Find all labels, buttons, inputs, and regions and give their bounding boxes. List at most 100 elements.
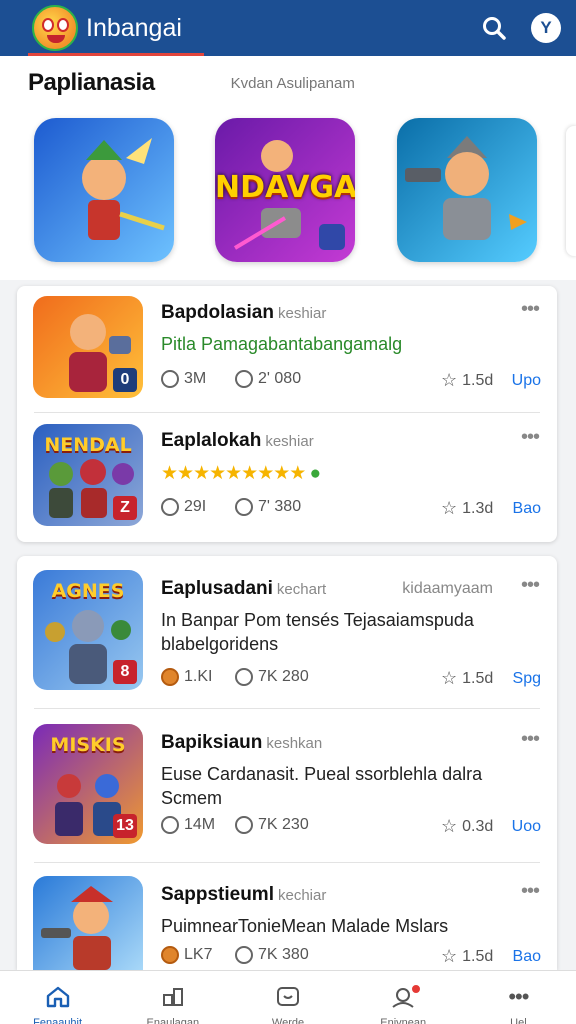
nav-home[interactable]: Fenaauhit [0, 971, 115, 1024]
clock-icon [235, 946, 253, 964]
star-icon: ☆ [441, 946, 458, 966]
profile-avatar[interactable]: Y [530, 12, 562, 44]
featured-game-3[interactable] [397, 118, 537, 262]
list-item[interactable]: NENDAL Z Eaplalokah keshiar ••• ★★★★★★★★★… [17, 414, 557, 538]
game-description: Euse Cardanasit. Pueal ssorblehla dalra … [161, 764, 483, 808]
nav-apps[interactable]: Enaulagan [115, 971, 230, 1024]
leaf-icon: ● [305, 463, 321, 484]
favorite-stat[interactable]: ☆ 0.3d [441, 816, 493, 837]
nav-account[interactable]: Enivnean [346, 971, 461, 1024]
game-thumbnail-title: AGNES [51, 580, 125, 602]
downloads-icon [161, 816, 179, 834]
notification-dot [409, 983, 422, 995]
rating-stat: 7K 230 [235, 816, 309, 834]
more-options-icon[interactable]: ••• [521, 880, 540, 903]
rating-stat: 7K 280 [235, 668, 309, 686]
list-item[interactable]: AGNES 8 Eaplusadani kechart kidaamyaam ••… [17, 562, 557, 702]
apps-icon [160, 985, 186, 1009]
game-title: Bapiksiaun keshkan [161, 732, 323, 753]
more-options-icon[interactable]: ••• [521, 426, 540, 449]
bottom-navigation: Fenaauhit Enaulagan Werde Enivnean ••• U… [0, 970, 576, 1024]
star-icon: ☆ [441, 816, 458, 836]
downloads-stat: LK7 [161, 946, 212, 964]
clock-icon [235, 816, 253, 834]
search-icon[interactable] [478, 12, 510, 44]
nav-label: Uel [510, 1017, 527, 1024]
nav-more[interactable]: ••• Uel [461, 971, 576, 1024]
downloads-stat: 3M [161, 370, 206, 388]
game-title: Eaplalokah keshiar [161, 430, 314, 451]
game-list-card-1: 0 Bapdolasian keshiar ••• Pitla Pamagaban… [17, 286, 557, 542]
game-tag: kechiar [277, 887, 327, 904]
action-link[interactable]: Upo [512, 372, 541, 390]
game-tag: kechart [276, 581, 327, 598]
downloads-stat: 1.KI [161, 668, 212, 686]
game-thumbnail-title: NENDAL [44, 434, 132, 456]
game-thumbnail: NENDAL Z [33, 424, 143, 526]
nav-label: Fenaauhit [33, 1017, 83, 1024]
action-link[interactable]: Bao [513, 948, 541, 966]
list-item[interactable]: 0 Bapdolasian keshiar ••• Pitla Pamagaban… [17, 286, 557, 410]
game-thumbnail: AGNES 8 [33, 570, 143, 690]
game-description: Pitla Pamagabantabangamalg [161, 334, 403, 354]
game-description: PuimnearTonieMean Malade Mslars [161, 916, 449, 936]
downloads-stat: 14M [161, 816, 215, 834]
more-options-icon[interactable]: ••• [521, 574, 540, 597]
rating-stars: ★★★★★★★★★ ● [161, 463, 321, 484]
game-badge: Z [113, 496, 137, 520]
star-icon: ☆ [441, 370, 458, 390]
featured-game-2-title: NDAVGA [215, 170, 355, 205]
more-icon: ••• [508, 984, 529, 1009]
chat-icon [275, 985, 301, 1009]
game-list-card-2: AGNES 8 Eaplusadani kechart kidaamyaam ••… [17, 556, 557, 970]
game-title: Bapdolasian keshiar [161, 302, 327, 323]
game-title: Sappstieuml kechiar [161, 884, 327, 905]
star-icon: ☆ [441, 668, 458, 688]
game-tag: keshkan [266, 735, 323, 752]
favorite-stat[interactable]: ☆ 1.5d [441, 946, 493, 967]
nav-chat[interactable]: Werde [230, 971, 345, 1024]
game-badge: 13 [113, 814, 137, 838]
game-thumbnail: MISKIS 13 [33, 724, 143, 844]
top-app-bar: Inbangai Y [0, 0, 576, 56]
divider [34, 412, 540, 413]
favorite-stat[interactable]: ☆ 1.3d [441, 498, 493, 519]
game-publisher: kidaamyaam [402, 580, 493, 597]
action-link[interactable]: Uoo [512, 818, 541, 836]
action-link[interactable]: Spg [513, 670, 541, 688]
clock-icon [235, 498, 253, 516]
downloads-icon [161, 498, 179, 516]
action-link[interactable]: Bao [513, 500, 541, 518]
home-icon [45, 985, 71, 1009]
game-title: Eaplusadani kechart [161, 578, 327, 599]
rating-stat: 7' 380 [235, 498, 301, 516]
section-subtitle[interactable]: Kvdan Asulipanam [231, 75, 355, 92]
more-options-icon[interactable]: ••• [521, 728, 540, 751]
downloads-stat: 29I [161, 498, 206, 516]
more-options-icon[interactable]: ••• [521, 298, 540, 321]
section-title: Paplianasia [28, 69, 155, 96]
app-title: Inbangai [86, 13, 182, 42]
game-tag: keshiar [265, 433, 314, 450]
list-item[interactable]: MISKIS 13 Bapiksiaun keshkan ••• Euse Car… [17, 716, 557, 856]
coin-icon [161, 946, 179, 964]
clock-icon [235, 370, 253, 388]
featured-carousel: NDAVGA [0, 110, 576, 280]
featured-game-1[interactable] [34, 118, 174, 262]
favorite-stat[interactable]: ☆ 1.5d [441, 370, 493, 391]
game-badge: 8 [113, 660, 137, 684]
game-tag: keshiar [277, 305, 327, 322]
rating-stat: 7K 380 [235, 946, 309, 964]
list-item[interactable]: Sappstieuml kechiar ••• PuimnearTonieMean… [17, 868, 557, 970]
clock-icon [235, 668, 253, 686]
game-thumbnail [33, 876, 143, 970]
game-description: In Banpar Pom tensés Tejasaiamspuda blab… [161, 610, 474, 654]
carousel-next-peek [566, 126, 576, 256]
featured-game-2[interactable]: NDAVGA [215, 118, 355, 262]
downloads-icon [161, 370, 179, 388]
app-logo [32, 5, 78, 51]
game-thumbnail-title: MISKIS [50, 734, 126, 756]
avatar-icon: Y [531, 13, 561, 43]
divider [34, 862, 540, 863]
favorite-stat[interactable]: ☆ 1.5d [441, 668, 493, 689]
